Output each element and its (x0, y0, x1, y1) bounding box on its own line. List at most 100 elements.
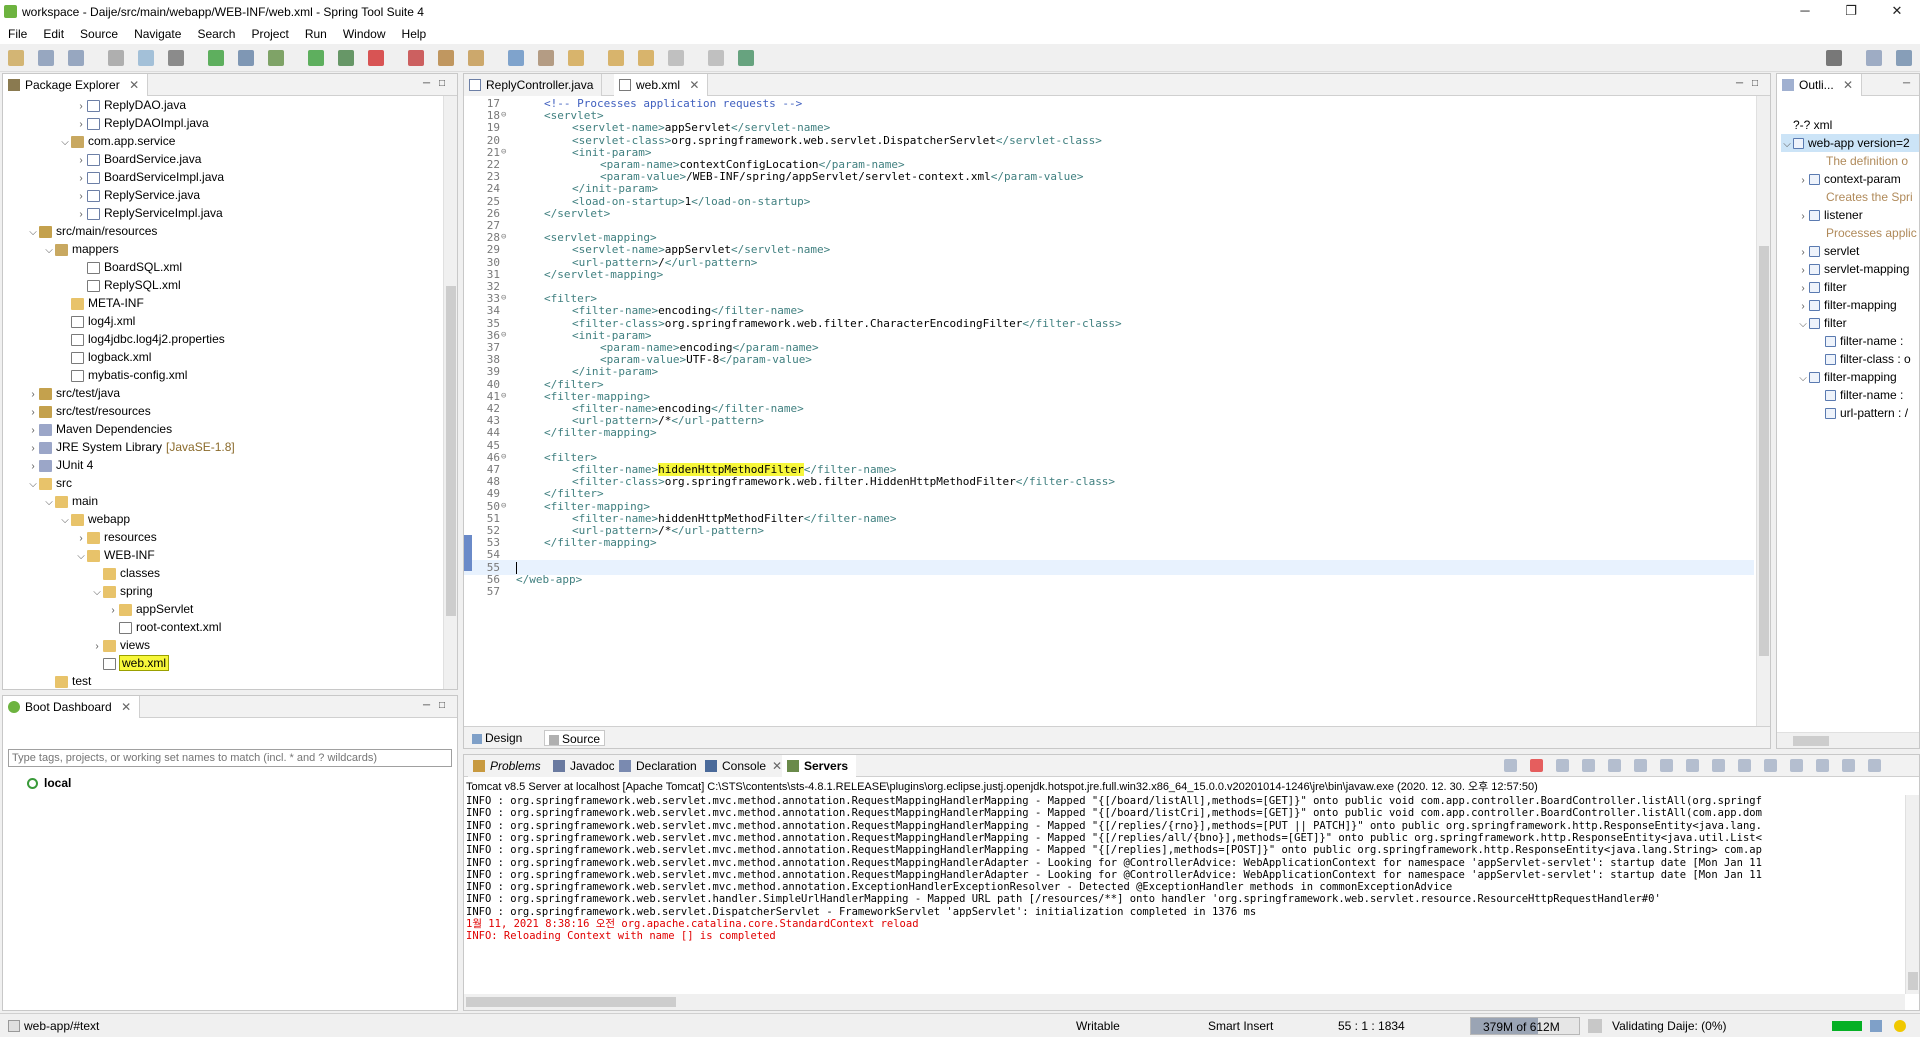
heap-status[interactable]: 379M of 612M (1470, 1017, 1580, 1035)
tree-item[interactable]: › ReplyDAOImpl.java (75, 114, 208, 132)
menu-navigate[interactable]: Navigate (126, 27, 189, 41)
menu-file[interactable]: File (0, 27, 35, 41)
minimize-view-icon[interactable]: ─ (1903, 79, 1913, 89)
console-scrollbar[interactable] (1905, 795, 1919, 994)
tree-item[interactable]: ⌵ main (43, 492, 98, 510)
scroll-thumb[interactable] (446, 286, 456, 616)
menu-search[interactable]: Search (189, 27, 243, 41)
tree-item[interactable]: ⌵ webapp (59, 510, 130, 528)
remove-all-icon[interactable] (1582, 759, 1595, 772)
tab-outline[interactable]: Outli... ✕ (1777, 74, 1863, 96)
outline-item[interactable]: › servlet (1797, 242, 1859, 260)
show-stderr-icon[interactable] (1686, 759, 1699, 772)
remove-launch-icon[interactable] (1556, 759, 1569, 772)
scroll-thumb[interactable] (1908, 972, 1918, 990)
tree-item[interactable]: › ReplyServiceImpl.java (75, 204, 222, 222)
expanded-chevron-icon[interactable]: ⌵ (43, 242, 55, 260)
quick-access-search-icon[interactable] (1826, 50, 1842, 66)
maximize-view-icon[interactable] (1868, 759, 1881, 772)
tree-item[interactable]: › JRE System Library [JavaSE-1.8] (27, 438, 234, 456)
clear-console-icon[interactable] (1504, 759, 1517, 772)
console-hscrollbar[interactable] (464, 994, 1905, 1010)
outline-item[interactable]: › servlet-mapping (1797, 260, 1909, 278)
expanded-chevron-icon[interactable]: ⌵ (75, 548, 87, 566)
display-console-icon[interactable] (1738, 759, 1751, 772)
new-class-icon[interactable] (508, 50, 524, 66)
outline-item[interactable]: › context-param (1797, 170, 1900, 188)
tree-item[interactable]: mybatis-config.xml (59, 366, 187, 384)
maximize-button[interactable]: ❐ (1828, 0, 1874, 22)
tree-item[interactable]: classes (91, 564, 160, 582)
outline-item[interactable]: ⌵ filter-mapping (1797, 368, 1897, 386)
expanded-chevron-icon[interactable]: ⌵ (91, 584, 103, 602)
trash-icon[interactable] (1588, 1019, 1602, 1033)
tree-item[interactable]: › BoardService.java (75, 150, 201, 168)
open-perspective-button-icon[interactable] (1866, 50, 1882, 66)
menu-help[interactable]: Help (394, 27, 435, 41)
tab-servers[interactable]: Servers (782, 755, 857, 777)
outline-item[interactable]: filter-name : (1813, 386, 1903, 404)
xml-source-editor[interactable]: 17 <!-- Processes application requests --… (464, 96, 1754, 726)
console-output[interactable]: INFO : org.springframework.web.servlet.m… (464, 795, 1905, 994)
tree-item[interactable]: › src/test/resources (27, 402, 150, 420)
boot-dashboard-filter-input[interactable] (8, 749, 452, 767)
expanded-chevron-icon[interactable]: ⌵ (1797, 316, 1809, 334)
outline-item[interactable]: › filter-mapping (1797, 296, 1896, 314)
boot-icon[interactable] (208, 50, 224, 66)
expanded-chevron-icon[interactable]: ⌵ (59, 512, 71, 530)
menu-edit[interactable]: Edit (35, 27, 72, 41)
annotation-next-icon[interactable] (608, 50, 624, 66)
outline-item[interactable]: Creates the Spri (1797, 188, 1913, 206)
new-java-project-icon[interactable] (438, 50, 454, 66)
new-package-icon[interactable] (468, 50, 484, 66)
tree-item[interactable]: › views (91, 636, 150, 654)
tree-item[interactable]: › resources (75, 528, 156, 546)
minimize-view-icon[interactable]: ─ (1736, 79, 1746, 89)
maximize-view-icon[interactable]: □ (1752, 79, 1762, 89)
tree-item[interactable]: ⌵ src/main/resources (27, 222, 157, 240)
tree-item[interactable]: › appServlet (107, 600, 193, 618)
tab-problems[interactable]: Problems (468, 755, 549, 777)
show-stdout-icon[interactable] (1660, 759, 1673, 772)
tree-item[interactable]: ReplySQL.xml (75, 276, 181, 294)
tab-package-explorer[interactable]: Package Explorer ✕ (3, 74, 149, 96)
scroll-lock-icon[interactable] (1608, 759, 1621, 772)
run-icon[interactable] (308, 50, 324, 66)
open-console-icon[interactable] (1764, 759, 1777, 772)
tree-item[interactable]: › ReplyService.java (75, 186, 200, 204)
tree-item[interactable]: ⌵ com.app.service (59, 132, 175, 150)
outline-item[interactable]: url-pattern : / (1813, 404, 1908, 422)
minimize-view-icon[interactable] (1842, 759, 1855, 772)
debug-icon[interactable] (268, 50, 284, 66)
tip-bulb-icon[interactable] (1894, 1020, 1906, 1032)
tree-item[interactable]: root-context.xml (107, 618, 221, 636)
outline-item[interactable]: Processes applic (1797, 224, 1917, 242)
close-icon[interactable]: ✕ (1843, 78, 1853, 92)
outline-item[interactable]: The definition o (1797, 152, 1908, 170)
external-tools-icon[interactable] (408, 50, 424, 66)
maximize-view-icon[interactable]: □ (439, 701, 449, 711)
scroll-thumb[interactable] (1759, 246, 1769, 656)
scroll-thumb[interactable] (1793, 736, 1829, 746)
minimize-button[interactable]: ─ (1782, 0, 1828, 22)
outline-item[interactable]: filter-class : o (1813, 350, 1911, 368)
terminate-icon[interactable] (1530, 759, 1543, 772)
maximize-view-icon[interactable]: □ (439, 79, 449, 89)
tree-item[interactable]: web.xml (91, 654, 170, 672)
tab-web-xml[interactable]: web.xml ✕ (614, 74, 709, 96)
word-wrap-icon[interactable] (1634, 759, 1647, 772)
close-icon[interactable]: ✕ (129, 78, 139, 92)
expanded-chevron-icon[interactable]: ⌵ (1797, 370, 1809, 388)
forward-icon[interactable] (708, 50, 724, 66)
tree-item[interactable]: › ReplyDAO.java (75, 96, 186, 114)
tab-replycontroller-java[interactable]: ReplyController.java (464, 74, 603, 96)
tree-item[interactable]: META-INF (59, 294, 144, 312)
tree-item[interactable]: ⌵ mappers (43, 240, 118, 260)
outline-item[interactable]: ⌵ filter (1797, 314, 1846, 334)
pin-editor-icon[interactable] (738, 50, 754, 66)
tab-javadoc[interactable]: Javadoc (548, 755, 623, 777)
open-perspective-icon[interactable] (238, 50, 254, 66)
annotation-prev-icon[interactable] (638, 50, 654, 66)
skip-breakpoints-icon[interactable] (168, 50, 184, 66)
tree-item[interactable]: log4j.xml (59, 312, 135, 330)
